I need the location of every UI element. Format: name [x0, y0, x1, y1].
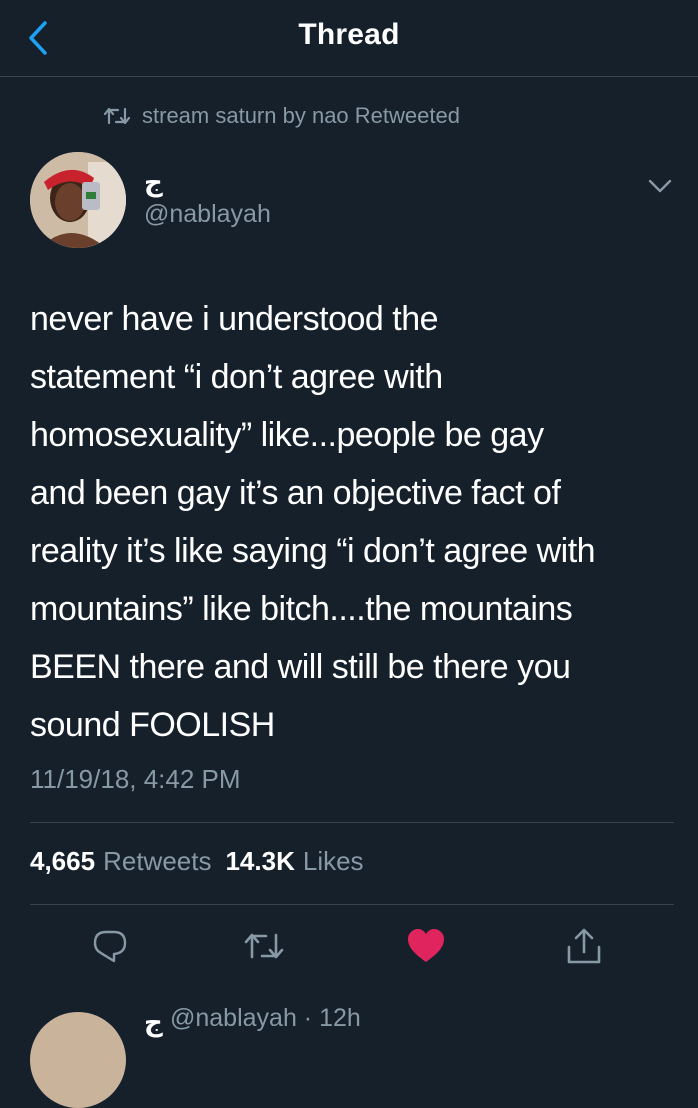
- likes-label[interactable]: Likes: [303, 846, 364, 877]
- share-icon: [567, 928, 601, 964]
- likes-count[interactable]: 14.3K: [225, 846, 294, 877]
- reply-button[interactable]: [88, 926, 132, 966]
- page-title: Thread: [298, 18, 400, 51]
- divider: [30, 904, 674, 905]
- avatar-image: [30, 152, 126, 248]
- retweet-icon: [244, 933, 284, 959]
- retweets-count[interactable]: 4,665: [30, 846, 95, 877]
- divider: [30, 822, 674, 823]
- reply-icon: [93, 930, 127, 963]
- share-button[interactable]: [562, 926, 606, 966]
- reply-avatar[interactable]: [30, 1012, 126, 1108]
- nav-header: Thread: [0, 0, 698, 77]
- author-handle[interactable]: @nablayah: [144, 200, 271, 229]
- chevron-down-icon[interactable]: [646, 176, 674, 196]
- tweet-stats: 4,665 Retweets 14.3K Likes: [30, 846, 364, 877]
- retweets-label[interactable]: Retweets: [103, 846, 211, 877]
- author-display-name[interactable]: ج: [144, 168, 163, 198]
- reply-author-name[interactable]: ج: [144, 1008, 163, 1038]
- reply-author-handle[interactable]: @nablayah · 12h: [170, 1004, 361, 1033]
- tweet-timestamp: 11/19/18, 4:42 PM: [30, 764, 241, 794]
- like-button[interactable]: [404, 926, 448, 966]
- retweeted-by-text: stream saturn by nao Retweeted: [142, 103, 460, 128]
- retweet-icon: [104, 107, 130, 125]
- tweet-text: never have i understood the statement “i…: [30, 300, 596, 744]
- retweet-button[interactable]: [242, 926, 286, 966]
- heart-icon: [408, 929, 444, 962]
- avatar[interactable]: [30, 152, 126, 248]
- retweeted-by[interactable]: stream saturn by nao Retweeted: [104, 100, 460, 132]
